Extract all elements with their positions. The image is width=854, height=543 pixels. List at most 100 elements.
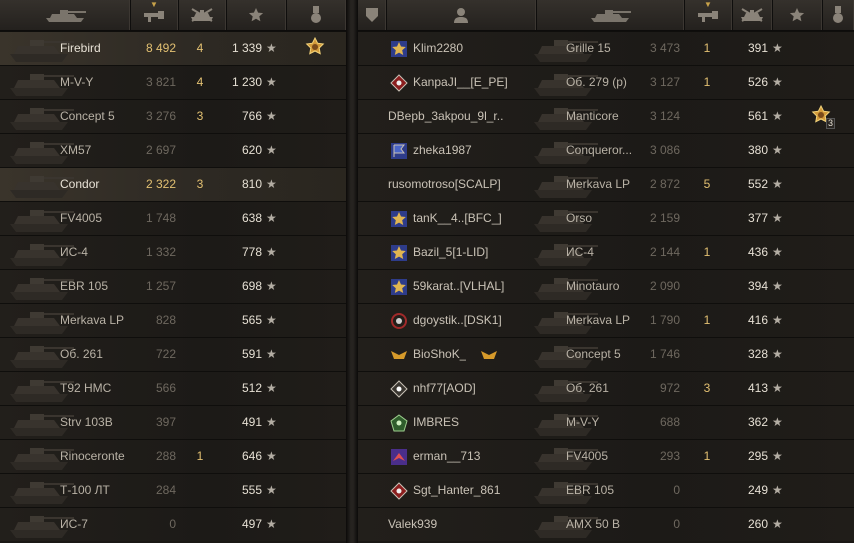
- experience-value: 497: [241, 517, 262, 531]
- star-icon: ★: [772, 517, 783, 531]
- table-row[interactable]: EBR 105 1 257 698 ★: [0, 269, 346, 303]
- damage-value: 3 276: [145, 109, 176, 123]
- star-icon: ★: [772, 177, 783, 191]
- frags-value: 3: [196, 177, 204, 191]
- experience-column-header[interactable]: [226, 0, 287, 30]
- table-row[interactable]: Rinoceronte 288 1 646 ★: [0, 439, 346, 473]
- damage-value: 2 090: [649, 279, 680, 293]
- table-row[interactable]: Firebird 8 492 4 1 339 ★: [0, 31, 346, 65]
- table-row[interactable]: DBepb_3akpou_9l_r.. Manticore 3 124 561 ★ 3: [358, 99, 854, 133]
- experience-value: 552: [747, 177, 768, 191]
- frags-value: 4: [196, 41, 204, 55]
- table-row[interactable]: T92 HMC 566 512 ★: [0, 371, 346, 405]
- table-row[interactable]: erman__713 FV4005 293 1 295 ★: [358, 439, 854, 473]
- table-row[interactable]: tanK__4..[BFC_] Orso 2 159 377 ★: [358, 201, 854, 235]
- table-row[interactable]: Sgt_Hanter_861 EBR 105 0 249 ★: [358, 473, 854, 507]
- medal-column-header[interactable]: [286, 0, 347, 30]
- player-column-header[interactable]: [386, 0, 537, 30]
- player-name[interactable]: Klim2280: [413, 32, 463, 65]
- damage-value: 1 748: [145, 211, 176, 225]
- star-icon: ★: [772, 75, 783, 89]
- table-row[interactable]: Т-100 ЛТ 284 555 ★: [0, 473, 346, 507]
- star-icon: ★: [266, 483, 277, 497]
- player-name[interactable]: tanK__4..[BFC_]: [413, 202, 502, 235]
- frags-value: 1: [703, 75, 711, 89]
- vehicle-name: T92 HMC: [60, 381, 112, 395]
- table-row[interactable]: KanpaJI__[E_PE] Об. 279 (р) 3 127 1 526 ★: [358, 65, 854, 99]
- damage-value: 397: [155, 415, 176, 429]
- table-row[interactable]: nhf77[AOD] Об. 261 972 3 413 ★: [358, 371, 854, 405]
- table-row[interactable]: BioShoK_ Concept 5 1 746 328 ★: [358, 337, 854, 371]
- table-row[interactable]: zheka1987 Conqueror... 3 086 380 ★: [358, 133, 854, 167]
- table-row[interactable]: Concept 5 3 276 3 766 ★: [0, 99, 346, 133]
- vehicle-column-header-right[interactable]: [536, 0, 685, 30]
- frags-value: 1: [703, 449, 711, 463]
- star-icon: ★: [772, 245, 783, 259]
- player-name[interactable]: nhf77[AOD]: [413, 372, 476, 405]
- damage-column-header-right[interactable]: ▼: [684, 0, 733, 30]
- damage-value: 3 124: [649, 109, 680, 123]
- table-row[interactable]: FV4005 1 748 638 ★: [0, 201, 346, 235]
- player-name[interactable]: Sgt_Hanter_861: [413, 474, 500, 507]
- star-icon: ★: [772, 211, 783, 225]
- damage-value: 1 746: [649, 347, 680, 361]
- vehicle-name: ИС-4: [60, 245, 88, 259]
- star-icon: ★: [266, 517, 277, 531]
- player-name[interactable]: Bazil_5[1-LID]: [413, 236, 488, 269]
- player-name[interactable]: zheka1987: [413, 134, 472, 167]
- frags-value: 3: [196, 109, 204, 123]
- player-name[interactable]: KanpaJI__[E_PE]: [413, 66, 508, 99]
- medal-icon: [832, 6, 844, 24]
- experience-value: 1 339: [231, 41, 262, 55]
- vehicle-column-header[interactable]: [0, 0, 131, 30]
- experience-value: 260: [747, 517, 768, 531]
- star-icon: ★: [266, 381, 277, 395]
- vehicle-name: Merkava LP: [60, 313, 125, 327]
- medal-badge-icon[interactable]: 3: [810, 104, 835, 129]
- medal-count: 3: [825, 118, 835, 129]
- frags-column-header-right[interactable]: [732, 0, 773, 30]
- damage-value: 972: [659, 381, 680, 395]
- damage-value: 3 821: [145, 75, 176, 89]
- table-row[interactable]: Klim2280 Grille 15 3 473 1 391 ★: [358, 31, 854, 65]
- frags-column-header[interactable]: [178, 0, 227, 30]
- table-row[interactable]: Strv 103B 397 491 ★: [0, 405, 346, 439]
- vehicle-name: Concept 5: [60, 109, 115, 123]
- table-row[interactable]: IMBRES M-V-Y 688 362 ★: [358, 405, 854, 439]
- star-icon: ★: [266, 41, 277, 55]
- experience-value: 436: [747, 245, 768, 259]
- table-row[interactable]: XM57 2 697 620 ★: [0, 133, 346, 167]
- player-name[interactable]: Valek939: [388, 508, 437, 541]
- player-name[interactable]: 59karat..[VLHAL]: [413, 270, 504, 303]
- player-name[interactable]: rusomotroso[SCALP]: [388, 168, 501, 201]
- player-name[interactable]: DBepb_3akpou_9l_r..: [388, 100, 503, 133]
- frags-value: 1: [703, 41, 711, 55]
- table-row[interactable]: rusomotroso[SCALP] Merkava LP 2 872 5 552 ★: [358, 167, 854, 201]
- table-row[interactable]: ИС-7 0 497 ★: [0, 507, 346, 541]
- experience-value: 561: [747, 109, 768, 123]
- table-row[interactable]: Valek939 AMX 50 B 0 260 ★: [358, 507, 854, 541]
- red-diamond-badge-icon: [390, 74, 408, 92]
- player-name[interactable]: dgoystik..[DSK1]: [413, 304, 502, 337]
- table-row[interactable]: Об. 261 722 591 ★: [0, 337, 346, 371]
- table-row[interactable]: dgoystik..[DSK1] Merkava LP 1 790 1 416 ★: [358, 303, 854, 337]
- purple-chevron-badge-icon: [390, 448, 408, 466]
- vehicle-name: ИС-7: [60, 517, 88, 531]
- damage-value: 2 159: [649, 211, 680, 225]
- player-name[interactable]: erman__713: [413, 440, 480, 473]
- table-row[interactable]: Merkava LP 828 565 ★: [0, 303, 346, 337]
- vehicle-name: FV4005: [60, 211, 103, 225]
- table-row[interactable]: M-V-Y 3 821 4 1 230 ★: [0, 65, 346, 99]
- player-name[interactable]: BioShoK_: [413, 338, 466, 371]
- table-row[interactable]: Condor 2 322 3 810 ★: [0, 167, 346, 201]
- player-name[interactable]: IMBRES: [413, 406, 459, 439]
- experience-column-header-right[interactable]: [772, 0, 823, 30]
- table-row[interactable]: 59karat..[VLHAL] Minotauro 2 090 394 ★: [358, 269, 854, 303]
- platoon-column-header[interactable]: [358, 0, 387, 30]
- table-row[interactable]: Bazil_5[1-LID] ИС-4 2 144 1 436 ★: [358, 235, 854, 269]
- damage-column-header[interactable]: ▼: [130, 0, 179, 30]
- medal-badge-icon[interactable]: [304, 36, 326, 59]
- star-icon: ★: [266, 143, 277, 157]
- medal-column-header-right[interactable]: [822, 0, 854, 30]
- table-row[interactable]: ИС-4 1 332 778 ★: [0, 235, 346, 269]
